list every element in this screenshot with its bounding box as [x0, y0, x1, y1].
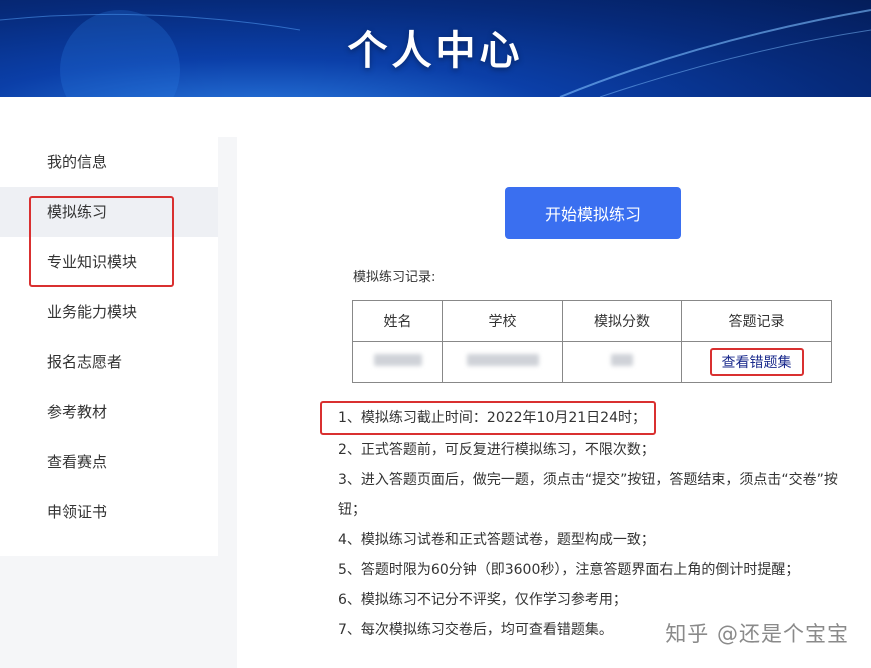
- column-header-answer-record: 答题记录: [681, 300, 832, 342]
- sidebar-item-professional-knowledge[interactable]: 专业知识模块: [0, 237, 218, 287]
- cell-score-redacted: [562, 341, 682, 383]
- cell-name-redacted: [352, 341, 443, 383]
- sidebar-item-venues[interactable]: 查看赛点: [0, 437, 218, 487]
- note-item: 4、模拟练习试卷和正式答题试卷，题型构成一致；: [338, 532, 655, 548]
- watermark: 知乎 @还是个宝宝: [665, 622, 849, 646]
- table-header-row: 姓名 学校 模拟分数 答题记录: [352, 300, 832, 342]
- note-item: 2、正式答题前，可反复进行模拟练习，不限次数；: [338, 442, 655, 458]
- sidebar-item-volunteer-signup[interactable]: 报名志愿者: [0, 337, 218, 387]
- note-item-deadline: 1、模拟练习截止时间：2022年10月21日24时；: [320, 401, 656, 435]
- note-item: 3、进入答题页面后，做完一题，须点击“提交”按钮，答题结束，须点击“交卷”按钮；: [338, 472, 838, 518]
- column-header-score: 模拟分数: [562, 300, 682, 342]
- column-header-school: 学校: [442, 300, 563, 342]
- header-banner: 个人中心: [0, 0, 871, 97]
- records-label: 模拟练习记录:: [353, 270, 436, 285]
- sidebar: 我的信息 模拟练习 专业知识模块 业务能力模块 报名志愿者 参考教材 查看赛点 …: [0, 137, 218, 556]
- instructions-list: 1、模拟练习截止时间：2022年10月21日24时； 2、正式答题前，可反复进行…: [320, 401, 838, 645]
- column-header-name: 姓名: [352, 300, 443, 342]
- sidebar-item-certificate[interactable]: 申领证书: [0, 487, 218, 537]
- cell-school-redacted: [442, 341, 563, 383]
- sidebar-item-textbooks[interactable]: 参考教材: [0, 387, 218, 437]
- start-mock-practice-button[interactable]: 开始模拟练习: [505, 187, 681, 239]
- sidebar-item-business-ability[interactable]: 业务能力模块: [0, 287, 218, 337]
- sidebar-item-mock-practice[interactable]: 模拟练习: [0, 187, 218, 237]
- page-title: 个人中心: [347, 28, 524, 74]
- view-wrong-answers-link[interactable]: 查看错题集: [709, 348, 804, 376]
- records-table: 姓名 学校 模拟分数 答题记录 查看错题集: [352, 300, 832, 383]
- main-panel: 开始模拟练习 模拟练习记录: 姓名 学校 模拟分数 答题记录 查看错题集 1、模…: [237, 137, 871, 668]
- cell-action: 查看错题集: [681, 341, 832, 383]
- sidebar-item-my-info[interactable]: 我的信息: [0, 137, 218, 187]
- table-row: 查看错题集: [352, 341, 832, 383]
- header-spacer: [0, 97, 871, 137]
- note-item: 5、答题时限为60分钟（即3600秒），注意答题界面右上角的倒计时提醒；: [338, 562, 800, 578]
- note-item: 6、模拟练习不记分不评奖，仅作学习参考用；: [338, 592, 627, 608]
